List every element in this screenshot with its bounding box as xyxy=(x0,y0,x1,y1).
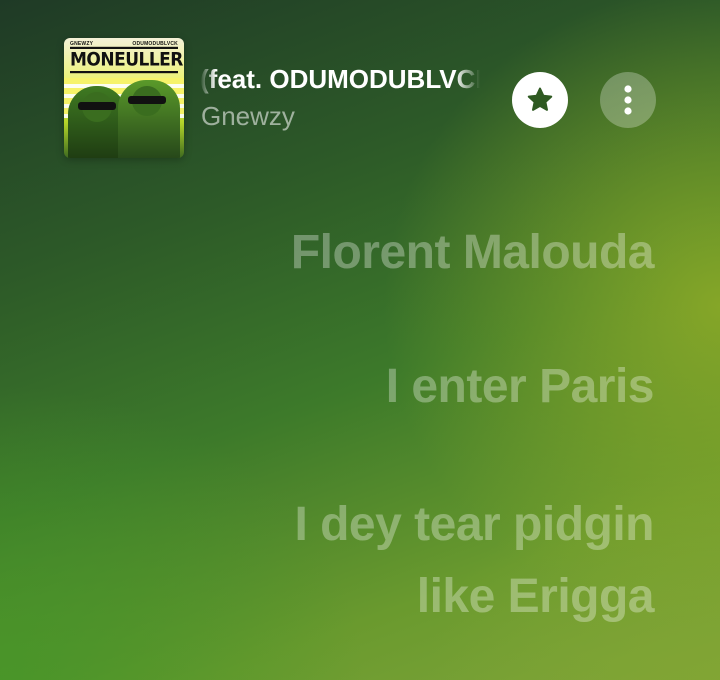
lyric-line[interactable]: I enter Paris xyxy=(94,356,655,418)
star-icon xyxy=(527,87,553,111)
album-art-title: MONEULLER xyxy=(70,46,183,74)
album-art[interactable]: GNEWZY ODUMODUBLVCK MONEULLER xyxy=(64,38,184,158)
favorite-button[interactable] xyxy=(512,72,568,128)
lyrics-panel: Florent Malouda I enter Paris I dey tear… xyxy=(94,222,655,628)
lyric-line[interactable]: I dey tear pidgin xyxy=(94,494,654,556)
album-art-glasses-right xyxy=(128,96,166,104)
track-title[interactable]: (feat. ODUMODUBLVCK) xyxy=(200,64,480,98)
now-playing-header: GNEWZY ODUMODUBLVCK MONEULLER (feat. ODU… xyxy=(0,0,720,170)
lyric-line[interactable]: like Erigga xyxy=(94,566,655,628)
lyric-line[interactable]: Florent Malouda xyxy=(94,222,655,284)
track-artist[interactable]: Gnewzy xyxy=(201,101,295,132)
more-options-button[interactable] xyxy=(600,72,656,128)
album-art-glasses-left xyxy=(78,102,116,110)
album-art-person-right xyxy=(118,80,180,158)
more-vertical-icon xyxy=(624,85,632,115)
